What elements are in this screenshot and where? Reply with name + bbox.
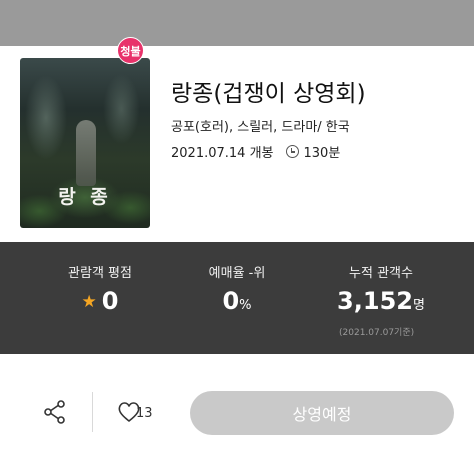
booking-rate-label: 예매율 -위 (208, 266, 266, 281)
clock-icon (285, 145, 299, 158)
action-divider (92, 392, 93, 432)
age-rating-badge: 청불 (117, 37, 144, 64)
booking-rate-unit: % (239, 298, 252, 313)
audience-rating-value: 0 (101, 287, 119, 315)
poster-title: 랑 종 (58, 186, 112, 208)
cumulative-audience-label: 누적 관객수 (349, 266, 413, 281)
like-count: 13 (136, 406, 153, 421)
cumulative-audience-unit: 명 (412, 298, 425, 313)
cumulative-audience-note: (2021.07.07기준) (339, 328, 415, 338)
star-icon: ★ (81, 292, 97, 312)
booking-rate-value-row: 0% (172, 287, 302, 315)
booking-rate-value: 0 (222, 287, 240, 315)
movie-poster[interactable]: 랑 종 (20, 58, 150, 228)
poster-statue-art (76, 120, 96, 186)
stats-panel: 관람객 평점 ★ 0 예매율 -위 0% 누적 관객수 3,152명 (2021.… (0, 242, 474, 354)
movie-title: 랑종(겁쟁이 상영회) (171, 81, 366, 107)
cumulative-audience-value: 3,152 (337, 287, 413, 315)
movie-meta-row: 2021.07.14 개봉 130분 (171, 142, 340, 161)
release-date: 2021.07.14 개봉 (171, 146, 274, 161)
action-bar: 13 상영예정 (0, 354, 474, 462)
audience-rating-stat: 관람객 평점 ★ 0 (35, 262, 165, 315)
share-button[interactable] (42, 399, 68, 425)
share-icon (44, 400, 65, 424)
audience-rating-label: 관람객 평점 (68, 266, 132, 281)
movie-genre: 공포(호러), 스릴러, 드라마/ 한국 (171, 120, 350, 135)
runtime: 130분 (303, 146, 341, 161)
audience-rating-value-row: ★ 0 (35, 287, 165, 315)
cumulative-audience-value-row: 3,152명 (316, 287, 446, 315)
coming-soon-button[interactable]: 상영예정 (190, 391, 454, 435)
cumulative-audience-stat: 누적 관객수 3,152명 (316, 262, 446, 315)
booking-rate-stat: 예매율 -위 0% (172, 262, 302, 315)
